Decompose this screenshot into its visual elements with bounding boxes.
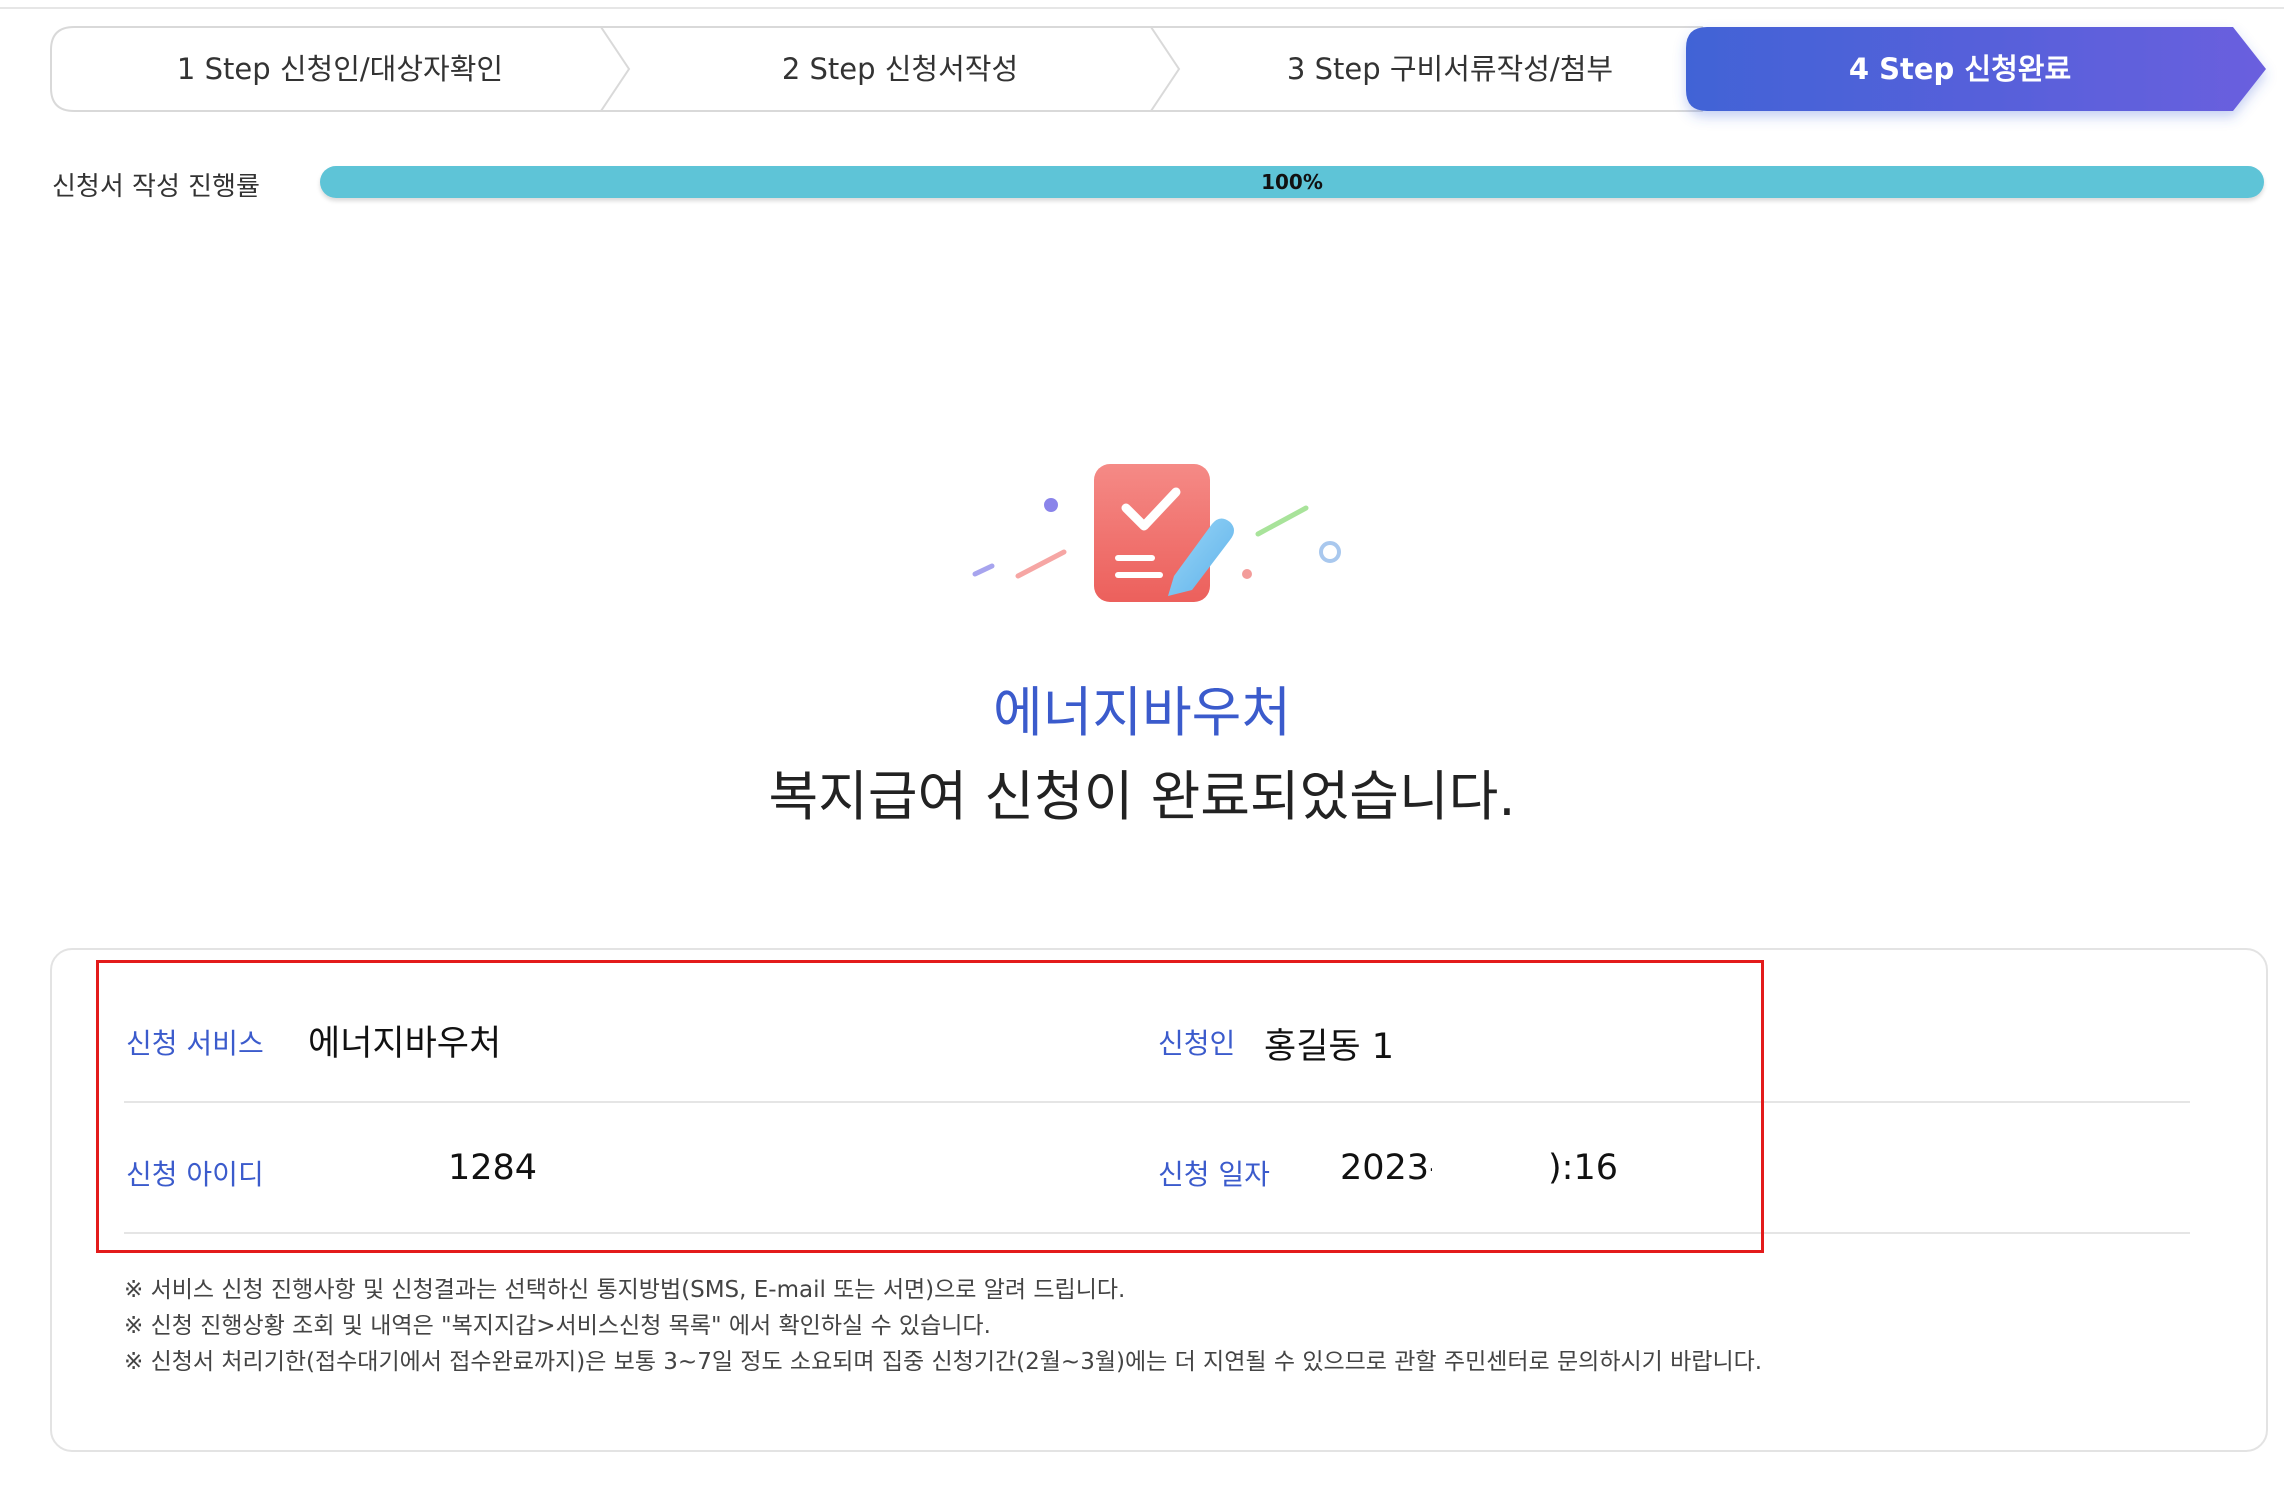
top-divider: [0, 7, 2284, 9]
step-indicator: 1 Step 신청인/대상자확인 2 Step 신청서작성 3 Step 구비서…: [50, 26, 2268, 112]
step-4-active: 4 Step 신청완료: [1685, 26, 2267, 112]
completion-message: 복지급여 신청이 완료되었습니다.: [768, 765, 1516, 828]
application-complete-icon: [972, 464, 1341, 602]
step-3: 3 Step 구비서류작성/첨부: [1149, 26, 1732, 112]
progress-label: 신청서 작성 진행률: [52, 172, 260, 202]
step-4-label: 4 Step 신청완료: [1848, 52, 2072, 86]
notice-3: ※ 신청서 처리기한(접수대기에서 접수완료까지)은 보통 3~7일 정도 소요…: [124, 1349, 1763, 1375]
highlight-box: [96, 960, 1764, 1253]
step-3-label: 3 Step 구비서류작성/첨부: [1286, 52, 1614, 86]
service-title: 에너지바우처: [992, 681, 1292, 744]
notice-1: ※ 서비스 신청 진행사항 및 신청결과는 선택하신 통지방법(SMS, E-m…: [124, 1277, 1126, 1303]
step-2-label: 2 Step 신청서작성: [781, 52, 1019, 86]
progress-bar: 100%: [320, 166, 2264, 198]
progress-percent: 100%: [1261, 170, 1323, 194]
notice-2: ※ 신청 진행상황 조회 및 내역은 "복지지갑>서비스신청 목록" 에서 확인…: [124, 1313, 991, 1339]
step-2: 2 Step 신청서작성: [599, 26, 1182, 112]
step-1: 1 Step 신청인/대상자확인: [50, 26, 632, 112]
step-1-label: 1 Step 신청인/대상자확인: [176, 52, 504, 86]
